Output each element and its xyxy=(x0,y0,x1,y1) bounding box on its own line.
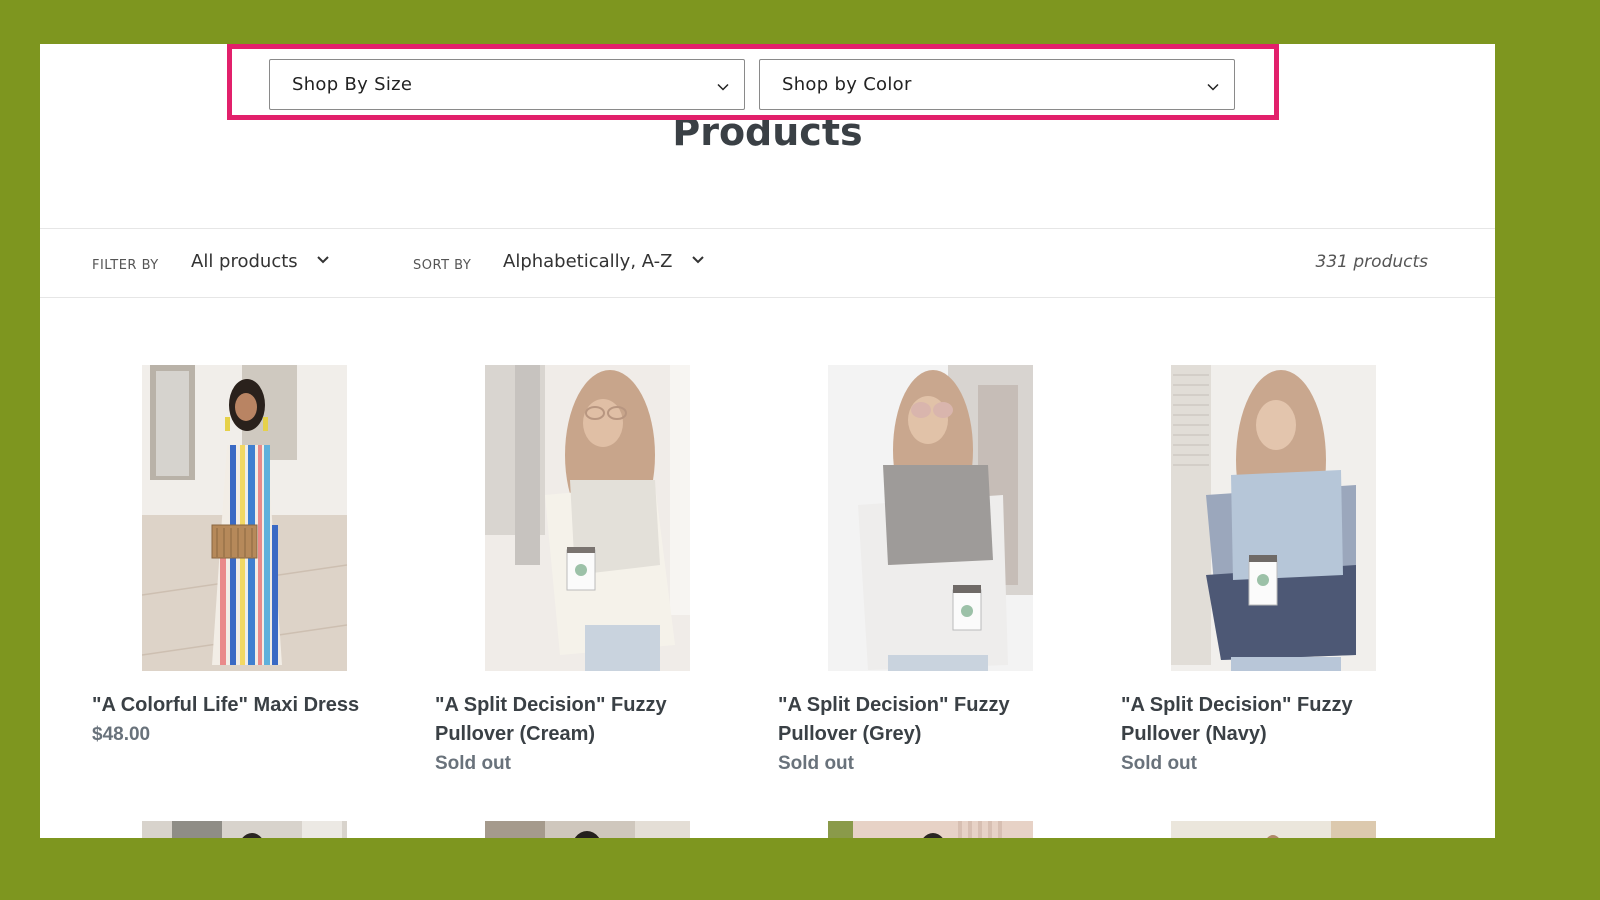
page-panel: Shop By Size Shop by Color Products FILT… xyxy=(40,44,1495,838)
product-price: $48.00 xyxy=(92,724,151,745)
sort-value: Alphabetically, A-Z xyxy=(503,251,673,272)
shop-by-color-dropdown[interactable]: Shop by Color xyxy=(759,59,1235,110)
chevron-down-icon xyxy=(716,78,730,92)
product-status: Sold out xyxy=(1121,753,1197,774)
product-title[interactable]: "A Split Decision" Fuzzy Pullover (Cream… xyxy=(435,691,735,749)
shop-by-size-label: Shop By Size xyxy=(292,74,413,95)
product-image[interactable] xyxy=(828,365,1033,671)
product-image-partial[interactable] xyxy=(828,821,1033,838)
product-title[interactable]: "A Split Decision" Fuzzy Pullover (Grey) xyxy=(778,691,1078,749)
product-image[interactable] xyxy=(485,365,690,671)
product-info: "A Split Decision" Fuzzy Pullover (Grey)… xyxy=(778,691,1078,779)
chevron-down-icon xyxy=(316,251,330,272)
shop-by-size-dropdown[interactable]: Shop By Size xyxy=(269,59,745,110)
product-info: "A Colorful Life" Maxi Dress $48.00 xyxy=(92,691,392,750)
filter-value: All products xyxy=(191,251,298,272)
product-status: Sold out xyxy=(435,753,511,774)
product-image[interactable] xyxy=(142,365,347,671)
chevron-down-icon xyxy=(1206,78,1220,92)
product-status: Sold out xyxy=(778,753,854,774)
product-count: 331 products xyxy=(1315,252,1428,272)
product-title[interactable]: "A Split Decision" Fuzzy Pullover (Navy) xyxy=(1121,691,1421,749)
product-title[interactable]: "A Colorful Life" Maxi Dress xyxy=(92,691,392,720)
filter-bar: FILTER BY All products SORT BY Alphabeti… xyxy=(40,228,1495,298)
product-image[interactable] xyxy=(1171,365,1376,671)
product-image-partial[interactable] xyxy=(1171,821,1376,838)
sort-select[interactable]: Alphabetically, A-Z xyxy=(503,251,705,272)
chevron-down-icon xyxy=(691,251,705,272)
sort-by-label: SORT BY xyxy=(413,258,472,273)
filter-select[interactable]: All products xyxy=(191,251,330,272)
product-image-partial[interactable] xyxy=(142,821,347,838)
product-info: "A Split Decision" Fuzzy Pullover (Navy)… xyxy=(1121,691,1421,779)
product-image-partial[interactable] xyxy=(485,821,690,838)
product-info: "A Split Decision" Fuzzy Pullover (Cream… xyxy=(435,691,735,779)
shop-by-color-label: Shop by Color xyxy=(782,74,912,95)
filter-by-label: FILTER BY xyxy=(92,258,159,273)
